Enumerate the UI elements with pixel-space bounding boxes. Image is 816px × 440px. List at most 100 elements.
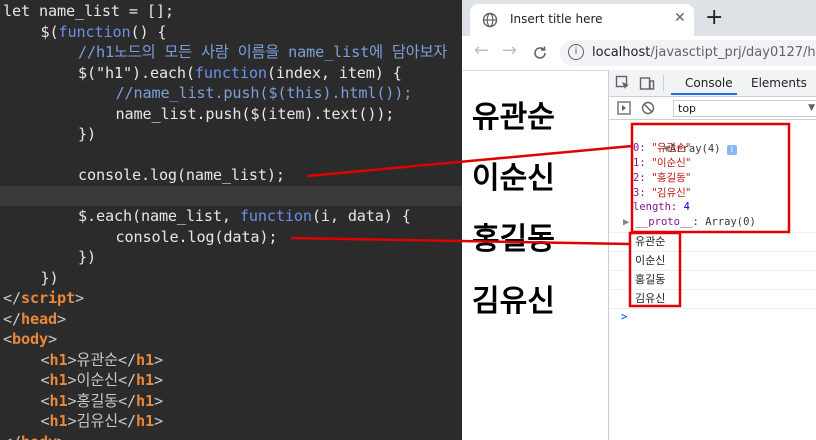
- code-editor[interactable]: let name_list = []; $(function() {//h1노드의…: [0, 0, 462, 440]
- code-token: //name_list.push($(this).html());: [115, 84, 413, 102]
- code-token: () {: [130, 22, 167, 41]
- code-token: }): [78, 125, 96, 143]
- code-token: >: [153, 371, 163, 389]
- row-divider: [609, 289, 816, 290]
- browser-window: Insert title here ✕ + ← → i localhost/ja…: [462, 0, 816, 440]
- code-token: name_list.push($(item).text());: [115, 104, 395, 123]
- array-item: 2: "홍길동": [633, 172, 691, 184]
- row-divider: [609, 251, 816, 252]
- heading-2: 이순신: [472, 161, 555, 196]
- code-line[interactable]: <h1>홍길동</h1>: [0, 391, 164, 412]
- code-token: h1: [135, 391, 154, 410]
- array-length: length: 4: [633, 201, 690, 213]
- code-token: >이순신</: [67, 371, 137, 389]
- info-badge-icon: i: [726, 145, 737, 155]
- active-tab-indicator: [671, 93, 737, 95]
- console-toolbar: top ▼: [609, 97, 816, 120]
- code-line[interactable]: $("h1").each(function(index, item) {: [0, 63, 402, 84]
- code-line[interactable]: console.log(name_list);: [0, 165, 285, 186]
- code-token: (index, item) {: [266, 63, 402, 82]
- globe-icon: [482, 12, 498, 28]
- code-line[interactable]: <h1>유관순</h1>: [0, 350, 164, 371]
- code-token: <: [40, 350, 50, 369]
- code-line[interactable]: }): [0, 124, 96, 145]
- context-selector[interactable]: top ▼: [673, 100, 816, 117]
- code-token: console.log(name_list);: [78, 166, 285, 184]
- code-token: <: [40, 371, 50, 389]
- code-token: >유관순</: [67, 350, 137, 369]
- code-token: //h1노드의 모든 사람 이름을 name_list에 담아보자: [78, 43, 448, 61]
- code-token: </: [3, 309, 21, 328]
- code-line[interactable]: let name_list = [];: [0, 1, 174, 22]
- code-line[interactable]: </head>: [0, 309, 66, 330]
- code-token: </: [3, 433, 21, 440]
- code-line[interactable]: $(function() {: [0, 22, 167, 43]
- log-line: 홍길동: [635, 273, 666, 286]
- code-token: >홍길동</: [67, 391, 137, 410]
- tab-separator: [663, 75, 664, 91]
- code-line[interactable]: <h1>이순신</h1>: [0, 370, 164, 391]
- code-token: >: [47, 330, 57, 348]
- browser-tab[interactable]: Insert title here ✕: [470, 4, 694, 36]
- code-token: head: [21, 309, 57, 328]
- code-token: >: [153, 391, 163, 410]
- code-line[interactable]: //h1노드의 모든 사람 이름을 name_list에 담아보자: [0, 42, 447, 63]
- tab-strip: Insert title here ✕ +: [462, 0, 816, 36]
- devtools-panel: Console Elements top ▼ ▼Array(4) i 0: "유…: [608, 70, 816, 440]
- close-tab-icon[interactable]: ✕: [674, 10, 686, 26]
- code-token: body: [12, 330, 48, 348]
- code-line[interactable]: <h1>김유신</h1>: [0, 411, 164, 432]
- forward-arrow-icon[interactable]: →: [502, 40, 517, 61]
- code-line[interactable]: <body>: [0, 329, 57, 350]
- code-token: let name_list = [];: [3, 2, 174, 20]
- console-prompt[interactable]: >: [621, 309, 627, 325]
- array-proto[interactable]: ▶ __proto__: Array(0): [623, 214, 756, 230]
- code-token: }): [78, 248, 96, 266]
- heading-4: 김유신: [472, 284, 555, 319]
- array-item: 1: "이순신": [633, 157, 691, 169]
- code-line[interactable]: name_list.push($(item).text());: [0, 104, 395, 125]
- code-line[interactable]: //name_list.push($(this).html());: [0, 83, 413, 104]
- reload-icon[interactable]: [532, 45, 548, 61]
- code-token: >: [153, 412, 163, 430]
- url-text: localhost/javasctipt_prj/day0127/htm: [592, 45, 816, 60]
- code-token: </: [3, 289, 21, 307]
- code-line[interactable]: }): [0, 247, 96, 268]
- code-line[interactable]: console.log(data);: [0, 227, 278, 248]
- code-token: >: [153, 350, 163, 369]
- device-toolbar-icon[interactable]: [639, 75, 655, 91]
- back-arrow-icon[interactable]: ←: [474, 40, 489, 61]
- code-line[interactable]: $.each(name_list, function(i, data) {: [0, 206, 411, 227]
- tab-elements[interactable]: Elements: [751, 76, 807, 90]
- code-line[interactable]: </script>: [0, 288, 84, 309]
- code-line[interactable]: </body>: [0, 432, 66, 440]
- info-icon[interactable]: i: [568, 44, 584, 60]
- new-tab-button[interactable]: +: [705, 5, 723, 31]
- code-token: h1: [135, 371, 154, 389]
- array-log-header[interactable]: ▼Array(4) i: [613, 125, 737, 155]
- code-token: >김유신</: [67, 412, 137, 430]
- url-path: /javasctipt_prj/day0127/htm: [650, 45, 816, 60]
- inspect-element-icon[interactable]: [615, 75, 631, 91]
- context-value: top: [678, 102, 697, 115]
- log-line: 유관순: [635, 235, 666, 248]
- sidebar-toggle-icon[interactable]: [617, 101, 631, 115]
- tab-title: Insert title here: [510, 12, 603, 26]
- code-token: function: [58, 22, 131, 41]
- code-token: script: [21, 289, 75, 307]
- code-token: h1: [49, 412, 68, 430]
- address-bar[interactable]: i localhost/javasctipt_prj/day0127/htm: [560, 40, 816, 66]
- array-item: 0: "유관순": [633, 142, 691, 154]
- code-token: }): [40, 268, 59, 287]
- code-line[interactable]: [0, 185, 462, 206]
- code-token: $("h1").each(: [78, 63, 195, 82]
- tab-console[interactable]: Console: [685, 76, 733, 90]
- code-token: h1: [135, 412, 154, 430]
- code-line[interactable]: [0, 145, 3, 166]
- row-divider: [609, 270, 816, 271]
- code-line[interactable]: }): [0, 268, 59, 289]
- code-token: body: [21, 433, 57, 440]
- code-token: <: [3, 330, 12, 348]
- clear-console-icon[interactable]: [641, 101, 655, 115]
- heading-3: 홍길동: [472, 222, 555, 257]
